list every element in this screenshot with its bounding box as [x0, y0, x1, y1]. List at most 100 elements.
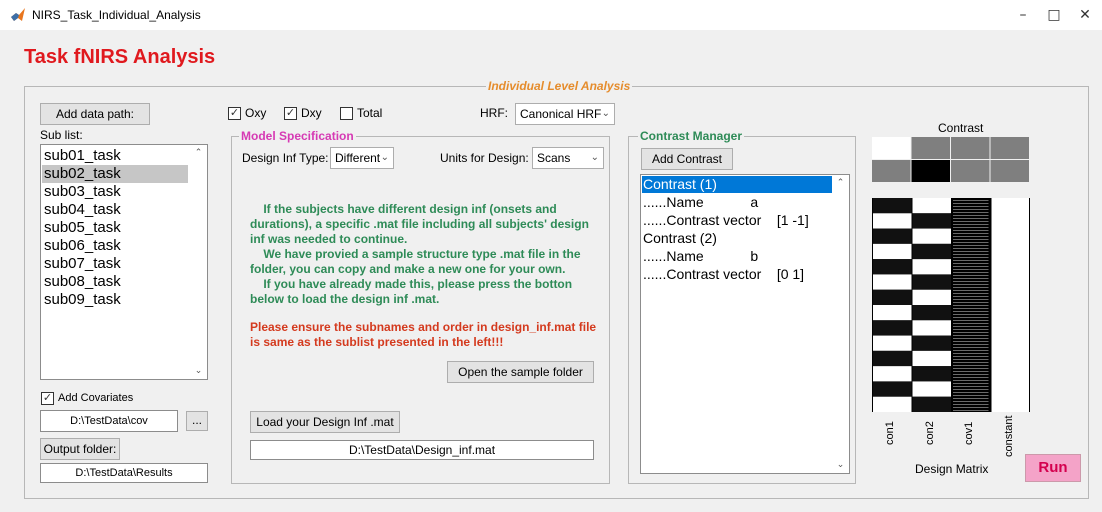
contrast-list-item[interactable]: Contrast (2)	[643, 230, 833, 247]
output-folder-field[interactable]: D:\TestData\Results	[40, 463, 208, 483]
subject-list-scrollbar[interactable]: ⌃ ⌄	[190, 145, 207, 379]
oxy-checkbox[interactable]: ✓	[228, 107, 241, 120]
close-icon[interactable]: ✕	[1075, 5, 1095, 25]
contrast-plot	[872, 137, 1029, 182]
scroll-up-icon[interactable]: ⌃	[190, 148, 207, 158]
run-button[interactable]: Run	[1025, 454, 1081, 482]
design-inf-type-select[interactable]: Different ⌄	[330, 147, 394, 169]
contrast-list-item[interactable]: ......Name a	[643, 194, 833, 211]
design-matrix-block	[873, 366, 912, 382]
add-data-path-button[interactable]: Add data path:	[40, 103, 150, 125]
scroll-down-icon[interactable]: ⌄	[832, 460, 849, 470]
contrast-list[interactable]: Contrast (1) ......Name a ......Contrast v…	[640, 174, 850, 474]
design-matrix-block	[873, 198, 912, 214]
covariate-stripe	[953, 236, 989, 237]
info-line: folder, you can copy and make a new one …	[250, 262, 566, 276]
minimize-icon[interactable]: –	[1013, 5, 1033, 25]
contrast-cell	[911, 137, 950, 159]
covariate-stripe	[953, 389, 989, 390]
covariate-stripe	[953, 233, 989, 234]
model-specification-title: Model Specification	[239, 129, 356, 143]
contrast-cell	[911, 160, 950, 182]
contrast-list-item[interactable]: Contrast (1)	[642, 176, 832, 193]
design-matrix-block	[873, 213, 912, 229]
covariate-stripe	[953, 392, 989, 393]
contrast-list-item[interactable]: ......Name b	[643, 248, 833, 265]
covariate-stripe	[953, 347, 989, 348]
covariate-stripe	[953, 221, 989, 222]
warning-line: is same as the sublist presented in the …	[250, 335, 504, 349]
units-value: Scans	[537, 151, 571, 165]
design-matrix-block	[912, 213, 951, 229]
design-matrix-plot	[872, 198, 1030, 412]
covariate-stripe	[953, 260, 989, 261]
info-line: below to load the design inf .mat.	[250, 292, 440, 306]
subject-list-item[interactable]: sub08_task	[42, 273, 188, 291]
design-matrix-title: Design Matrix	[915, 462, 989, 476]
covariate-stripe	[953, 386, 989, 387]
design-info-text: If the subjects have different design in…	[250, 202, 605, 307]
total-label: Total	[357, 106, 383, 120]
covariate-stripe	[953, 341, 989, 342]
covariate-stripe	[953, 299, 989, 300]
subject-list[interactable]: sub01_task sub02_task sub03_task sub04_task…	[40, 144, 208, 380]
covariate-stripe	[953, 242, 989, 243]
open-sample-folder-button[interactable]: Open the sample folder	[447, 361, 594, 383]
covariate-stripe	[953, 269, 989, 270]
design-matrix-column-label: con1	[884, 421, 896, 445]
covariate-stripe	[953, 404, 989, 405]
subject-list-item[interactable]: sub09_task	[42, 291, 188, 309]
covariate-stripe	[953, 230, 989, 231]
add-contrast-button[interactable]: Add Contrast	[641, 148, 733, 170]
covariate-stripe	[953, 266, 989, 267]
subject-list-item[interactable]: sub01_task	[42, 147, 188, 165]
covariate-stripe	[953, 239, 989, 240]
load-design-inf-button[interactable]: Load your Design Inf .mat	[250, 411, 400, 433]
scroll-up-icon[interactable]: ⌃	[832, 178, 849, 188]
contrast-list-item[interactable]: ......Contrast vector [0 1]	[643, 266, 833, 283]
subject-list-item[interactable]: sub07_task	[42, 255, 188, 273]
maximize-icon[interactable]: □	[1044, 5, 1064, 25]
covariate-stripe	[953, 320, 989, 321]
contrast-manager-title: Contrast Manager	[638, 129, 745, 143]
covariates-path-field[interactable]: D:\TestData\cov	[40, 410, 178, 432]
covariate-stripe	[953, 314, 989, 315]
info-line: We have provied a sample structure type …	[250, 247, 581, 261]
warning-text: Please ensure the subnames and order in …	[250, 320, 605, 350]
subject-list-item[interactable]: sub05_task	[42, 219, 188, 237]
subject-list-item[interactable]: sub03_task	[42, 183, 188, 201]
chevron-down-icon: ⌄	[380, 152, 389, 163]
window-title: NIRS_Task_Individual_Analysis	[32, 8, 201, 22]
covariate-stripe	[953, 272, 989, 273]
add-covariates-checkbox[interactable]: ✓	[41, 392, 54, 405]
subject-list-item[interactable]: sub04_task	[42, 201, 188, 219]
subject-list-item[interactable]: sub02_task	[42, 165, 188, 183]
covariate-stripe	[953, 296, 989, 297]
covariate-stripe	[953, 311, 989, 312]
hrf-select[interactable]: Canonical HRF ⌄	[515, 103, 615, 125]
covariate-stripe	[953, 215, 989, 216]
window-titlebar: NIRS_Task_Individual_Analysis – □ ✕	[0, 0, 1102, 30]
contrast-list-scrollbar[interactable]: ⌃ ⌄	[832, 175, 849, 473]
covariate-stripe	[953, 395, 989, 396]
info-line: If you have already made this, please pr…	[250, 277, 573, 291]
dxy-checkbox[interactable]: ✓	[284, 107, 297, 120]
browse-covariates-button[interactable]: ...	[186, 411, 208, 431]
info-line: If the subjects have different design in…	[250, 202, 557, 216]
design-matrix-block	[912, 366, 951, 382]
design-matrix-block	[873, 305, 912, 321]
design-inf-path-field[interactable]: D:\TestData\Design_inf.mat	[250, 440, 594, 460]
scroll-down-icon[interactable]: ⌄	[190, 366, 207, 376]
total-checkbox[interactable]	[340, 107, 353, 120]
design-matrix-block	[912, 289, 951, 305]
contrast-list-item[interactable]: ......Contrast vector [1 -1]	[643, 212, 833, 229]
subject-list-item[interactable]: sub06_task	[42, 237, 188, 255]
covariate-stripe	[953, 254, 989, 255]
units-select[interactable]: Scans ⌄	[532, 147, 604, 169]
output-folder-button[interactable]: Output folder:	[40, 438, 120, 460]
hrf-label: HRF:	[480, 106, 508, 120]
covariate-stripe	[953, 305, 989, 306]
design-matrix-column-label: constant	[1002, 415, 1015, 457]
covariate-stripe	[953, 317, 989, 318]
warning-line: Please ensure the subnames and order in …	[250, 320, 597, 334]
